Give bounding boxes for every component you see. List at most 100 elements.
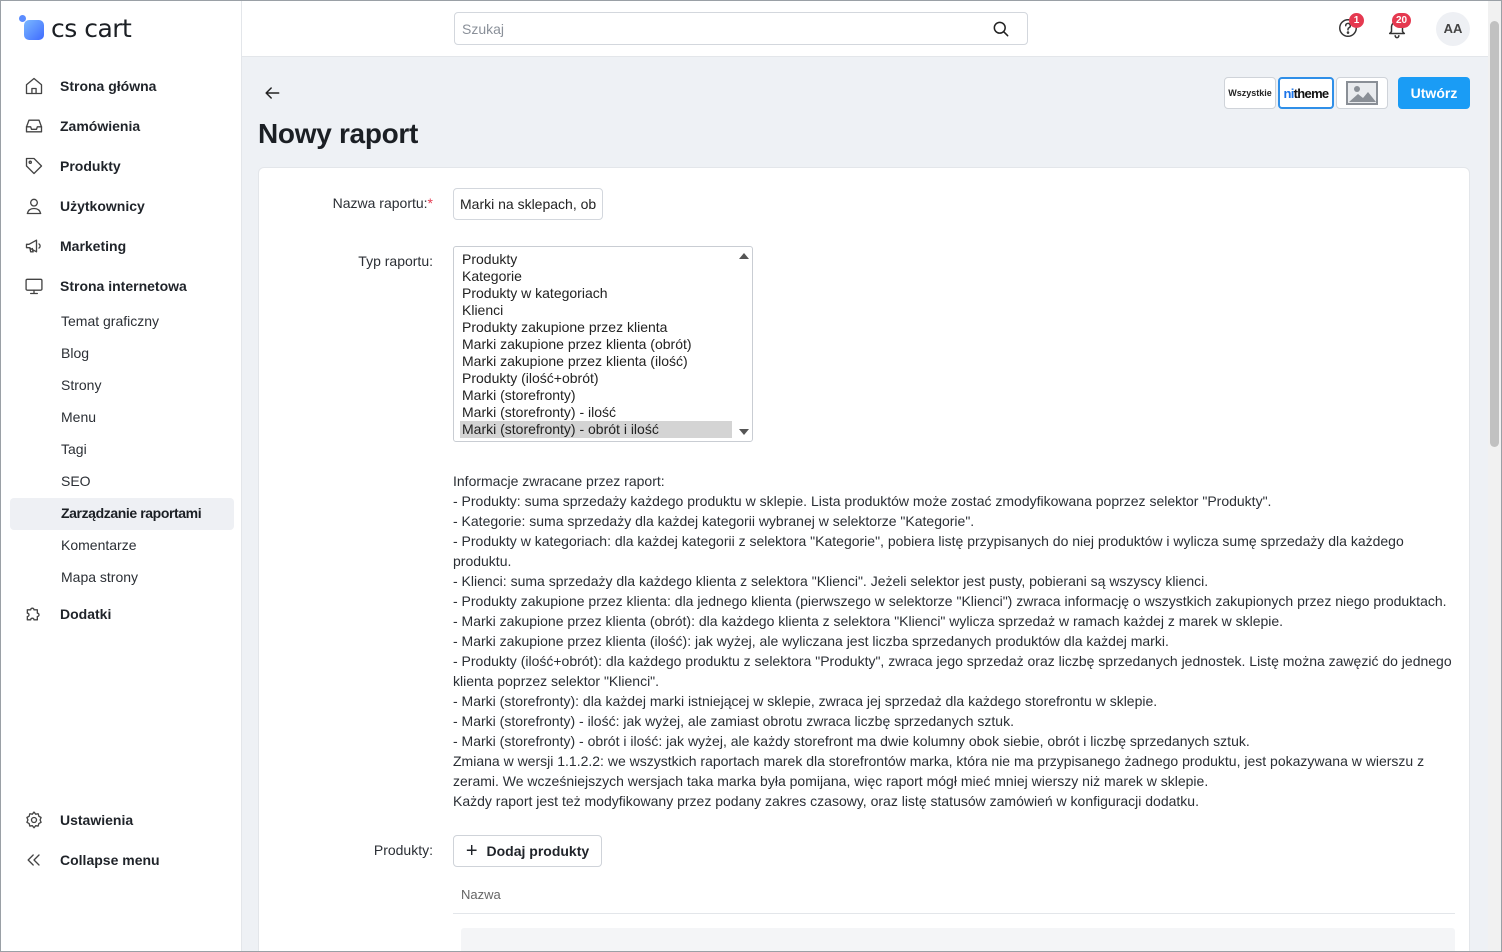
image-icon	[1346, 81, 1378, 105]
storefront-theme-prefix: ni	[1283, 85, 1295, 101]
listbox-scroll-down-icon[interactable]	[739, 429, 749, 435]
page-title: Nowy raport	[258, 118, 419, 149]
sidebar-subitem-tags[interactable]: Tagi	[61, 439, 87, 459]
sidebar-item-addons[interactable]: Dodatki	[23, 600, 233, 628]
back-button[interactable]	[262, 83, 284, 105]
sidebar-item-label: Dodatki	[60, 606, 112, 622]
sidebar-item-label: Strona internetowa	[60, 278, 187, 294]
report-info-text: Informacje zwracane przez raport: - Prod…	[453, 471, 1453, 811]
report-name-input[interactable]	[453, 188, 603, 220]
sidebar: cs cart Strona główna Zamówienia Produkt…	[1, 1, 242, 951]
info-line: - Klienci: suma sprzedaży dla każdego kl…	[453, 573, 1209, 589]
info-line: Każdy raport jest też modyfikowany przez…	[453, 793, 1199, 809]
sidebar-item-label: Strona główna	[60, 78, 157, 94]
report-name-label: Nazwa raportu:*	[253, 195, 433, 211]
puzzle-icon	[23, 603, 45, 625]
info-line: - Marki zakupione przez klienta (ilość):…	[453, 633, 1169, 649]
report-type-option[interactable]: Produkty w kategoriach	[460, 285, 732, 302]
report-type-option[interactable]: Klienci	[460, 302, 732, 319]
sidebar-subitem-sitemap[interactable]: Mapa strony	[61, 567, 138, 587]
plus-icon: +	[465, 840, 478, 862]
avatar[interactable]: AA	[1436, 12, 1470, 46]
sidebar-item-home[interactable]: Strona główna	[23, 72, 233, 100]
sidebar-item-label: Użytkownicy	[60, 198, 145, 214]
info-line: produktu.	[453, 553, 512, 569]
report-type-option[interactable]: Marki (storefronty)	[460, 387, 732, 404]
info-line: - Marki (storefronty) - obrót i ilość: j…	[453, 733, 1250, 749]
report-type-option[interactable]: Produkty	[460, 251, 732, 268]
sidebar-item-label: Collapse menu	[60, 852, 160, 868]
inbox-icon	[23, 115, 45, 137]
products-column-name: Nazwa	[461, 887, 501, 902]
sidebar-subitem-comments[interactable]: Komentarze	[61, 535, 136, 555]
add-products-label: Dodaj produkty	[486, 843, 590, 859]
report-name-label-text: Nazwa raportu:	[332, 195, 428, 211]
monitor-icon	[23, 275, 45, 297]
storefront-all-button[interactable]: Wszystkie	[1224, 77, 1276, 109]
brand-name: cs cart	[51, 13, 132, 43]
info-line: - Marki (storefronty): dla każdej marki …	[453, 693, 1158, 709]
info-line: - Kategorie: suma sprzedaży dla każdej k…	[453, 513, 975, 529]
logo-mark-icon	[19, 15, 45, 41]
storefront-theme-suffix: theme	[1293, 85, 1329, 101]
sidebar-item-products[interactable]: Produkty	[23, 152, 233, 180]
sidebar-item-collapse[interactable]: Collapse menu	[23, 846, 233, 874]
chevrons-left-icon	[23, 849, 45, 871]
home-icon	[23, 75, 45, 97]
sidebar-item-settings[interactable]: Ustawienia	[23, 806, 233, 834]
info-line: klienta poprzez selektor "Klienci".	[453, 673, 660, 689]
sidebar-subitem-report-management[interactable]: Zarządzanie raportami	[61, 503, 202, 523]
sidebar-subitem-menu[interactable]: Menu	[61, 407, 96, 427]
storefront-theme-button[interactable]: ni theme	[1278, 77, 1334, 109]
sidebar-item-users[interactable]: Użytkownicy	[23, 192, 233, 220]
storefront-image-button[interactable]	[1336, 77, 1388, 109]
report-type-option[interactable]: Marki (storefronty) - ilość	[460, 404, 732, 421]
info-line: - Produkty: suma sprzedaży każdego produ…	[453, 493, 1272, 509]
report-type-select[interactable]: Produkty Kategorie Produkty w kategoriac…	[453, 246, 753, 442]
add-products-button[interactable]: + Dodaj produkty	[453, 835, 602, 867]
report-type-option[interactable]: Marki zakupione przez klienta (obrót)	[460, 336, 732, 353]
info-line: - Produkty w kategoriach: dla każdej kat…	[453, 533, 1404, 549]
listbox-scroll-up-icon[interactable]	[739, 253, 749, 259]
create-button[interactable]: Utwórz	[1398, 77, 1470, 109]
search-icon[interactable]	[991, 19, 1011, 39]
help-button[interactable]: 1	[1337, 13, 1364, 41]
report-type-option-selected[interactable]: Marki (storefronty) - obrót i ilość	[460, 421, 732, 438]
info-line: Zmiana w wersji 1.1.2.2: we wszystkich r…	[453, 753, 1425, 769]
sidebar-item-label: Marketing	[60, 238, 127, 254]
brand-logo[interactable]: cs cart	[19, 13, 132, 43]
info-line: - Marki zakupione przez klienta (obrót):…	[453, 613, 1284, 629]
sidebar-subitem-seo[interactable]: SEO	[61, 471, 91, 491]
report-type-option[interactable]: Produkty (ilość+obrót)	[460, 370, 732, 387]
top-bar: 1 20 AA	[242, 1, 1488, 57]
products-label: Produkty:	[373, 842, 433, 858]
report-type-option[interactable]: Marki zakupione przez klienta (ilość)	[460, 353, 732, 370]
sidebar-item-marketing[interactable]: Marketing	[23, 232, 233, 260]
info-line: Informacje zwracane przez raport:	[453, 473, 665, 489]
page-scrollbar[interactable]	[1488, 1, 1501, 951]
report-type-label: Typ raportu:	[358, 253, 433, 269]
notifications-button[interactable]: 20	[1386, 13, 1412, 41]
sidebar-subitem-pages[interactable]: Strony	[61, 375, 101, 395]
search-input[interactable]	[455, 13, 975, 44]
info-line: - Produkty zakupione przez klienta: dla …	[453, 593, 1447, 609]
tag-icon	[23, 155, 45, 177]
report-type-option[interactable]: Produkty zakupione przez klienta	[460, 319, 732, 336]
help-badge: 1	[1349, 13, 1364, 28]
sidebar-item-orders[interactable]: Zamówienia	[23, 112, 233, 140]
megaphone-icon	[23, 235, 45, 257]
sidebar-item-label: Ustawienia	[60, 812, 134, 828]
gear-icon	[23, 809, 45, 831]
sidebar-subitem-theme[interactable]: Temat graficzny	[61, 311, 159, 331]
info-line: zerami. We wcześniejszych wersjach taka …	[453, 773, 1209, 789]
notifications-badge: 20	[1392, 13, 1412, 28]
sidebar-item-label: Produkty	[60, 158, 121, 174]
sidebar-item-website[interactable]: Strona internetowa	[23, 272, 233, 300]
sidebar-subitem-blog[interactable]: Blog	[61, 343, 89, 363]
required-marker: *	[427, 195, 433, 211]
report-type-option[interactable]: Kategorie	[460, 268, 732, 285]
table-row	[461, 928, 1455, 952]
info-line: - Produkty (ilość+obrót): dla każdego pr…	[453, 653, 1452, 669]
sidebar-item-label: Zamówienia	[60, 118, 141, 134]
scrollbar-thumb[interactable]	[1490, 21, 1499, 447]
